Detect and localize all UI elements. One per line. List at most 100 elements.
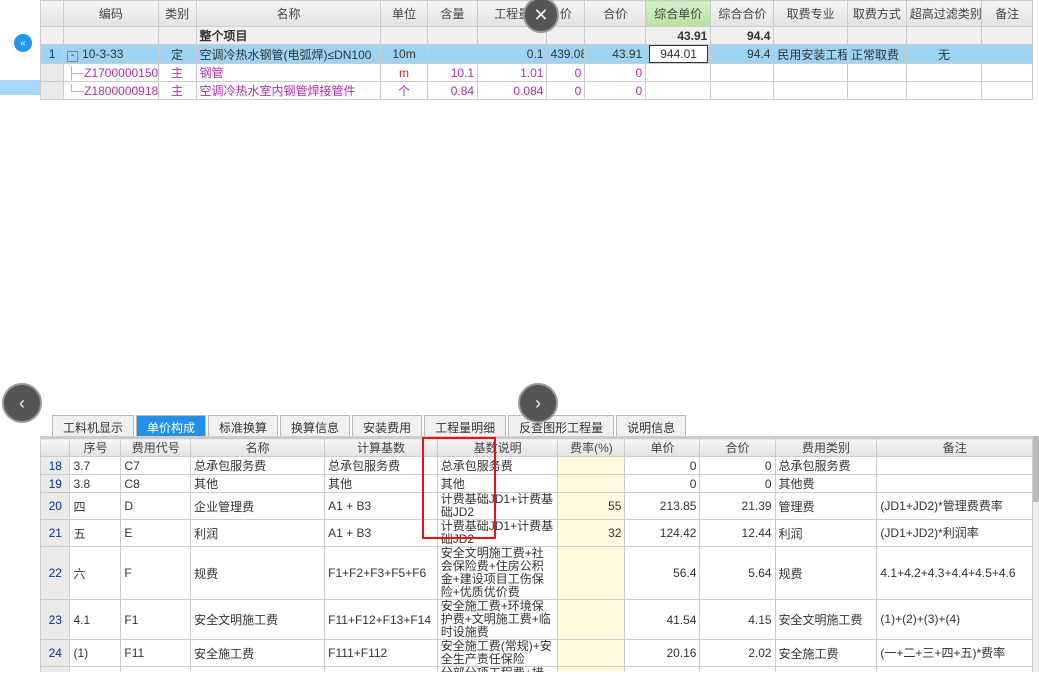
bcol-remark[interactable]: 备注 <box>877 439 1033 457</box>
cell-code: └─ Z1800000918↓ <box>64 82 159 100</box>
side-strip <box>0 80 40 95</box>
cell-remark <box>877 475 1033 493</box>
bcol-seq[interactable]: 序号 <box>70 439 121 457</box>
col-unit-price[interactable]: 综合单价 <box>646 1 711 27</box>
cell-type: 主 <box>158 64 196 82</box>
cell-desc: 其他 <box>437 475 558 493</box>
bcol-base[interactable]: 计算基数 <box>325 439 438 457</box>
col-comb-total[interactable]: 综合合价 <box>711 1 774 27</box>
row-index: 20 <box>41 493 70 520</box>
bcol-name[interactable]: 名称 <box>191 439 325 457</box>
cell-remark <box>877 457 1033 475</box>
cell-over: 无 <box>906 45 982 64</box>
cell-remark: (JD1+JD2)*管理费费率 <box>877 493 1033 520</box>
cell-total: 1.9 <box>700 667 775 673</box>
cell-desc: 总承包服务费 <box>437 457 558 475</box>
bcol-cat[interactable]: 费用类别 <box>775 439 877 457</box>
table-row[interactable]: 21五E利润A1 + B3计费基础JD1+计费基础JD232124.4212.4… <box>41 520 1033 547</box>
cell-base: F1+F2+F3+F5+F6 <box>325 547 438 600</box>
cell-code: F11 <box>121 640 191 667</box>
cell-name: 总承包服务费 <box>191 457 325 475</box>
row-sub1[interactable]: ├─ Z1700000150↓ 主 钢管 m 10.1 1.01 0 0 <box>41 64 1033 82</box>
row-num: 1 <box>41 45 64 64</box>
col-code[interactable]: 编码 <box>64 1 159 27</box>
cell-name: 安全施工费(常规) <box>191 667 325 673</box>
collapse-icon[interactable]: - <box>67 51 78 62</box>
cell-total: 439.08 <box>547 45 585 64</box>
nav-next-icon[interactable]: › <box>518 383 558 423</box>
cell-rate[interactable] <box>558 547 625 600</box>
cell-rate[interactable] <box>558 475 625 493</box>
cell-total: 2.02 <box>700 640 775 667</box>
table-row[interactable]: 234.1F1安全文明施工费F11+F12+F13+F14安全施工费+环境保护费… <box>41 600 1033 640</box>
cell-proj-qty: 1.01 <box>478 64 547 82</box>
cell-base: 其他 <box>325 475 438 493</box>
cell-remark: (一+二+三+四+五)*费率 <box>877 640 1033 667</box>
table-row[interactable]: 183.7C7总承包服务费总承包服务费总承包服务费00总承包服务费 <box>41 457 1033 475</box>
col-total[interactable]: 合价 <box>585 1 646 27</box>
table-row[interactable]: 25(1).1F111安全施工费(常规)A+E+C+D+E-分部分项工程费+措施… <box>41 667 1033 673</box>
table-row[interactable]: 193.8C8其他其他其他00其他费 <box>41 475 1033 493</box>
cell-unit-price: 56.4 <box>625 547 700 600</box>
cell-name: 利润 <box>191 520 325 547</box>
col-type[interactable]: 类别 <box>158 1 196 27</box>
whole-comb-total: 94.4 <box>711 27 774 45</box>
cell-rate[interactable] <box>558 457 625 475</box>
cell-total: 0 <box>700 475 775 493</box>
cell-cp: 43.91 <box>585 45 646 64</box>
col-name[interactable]: 名称 <box>196 1 381 27</box>
bcol-tot[interactable]: 合价 <box>700 439 775 457</box>
cell-code: F1 <box>121 600 191 640</box>
table-row[interactable]: 24(1)F11安全施工费F111+F112安全施工费(常规)+安全生产责任保险… <box>41 640 1033 667</box>
cell-name: 规费 <box>191 547 325 600</box>
cell-unit: m <box>381 64 427 82</box>
cell-code: -10-3-33 <box>64 45 159 64</box>
table-row[interactable]: 20四D企业管理费A1 + B3计费基础JD1+计费基础JD255213.852… <box>41 493 1033 520</box>
row-index: 18 <box>41 457 70 475</box>
cell-cat: 安全文明施工费 <box>775 600 877 640</box>
col-unit[interactable]: 单位 <box>381 1 427 27</box>
row-selected[interactable]: 1 -10-3-33 定 空调冷热水钢管(电弧焊)≤DN100 10m 0.1 … <box>41 45 1033 64</box>
bcol-up[interactable]: 单价 <box>625 439 700 457</box>
cell-remark: 4.1+4.2+4.3+4.4+4.5+4.6 <box>877 547 1033 600</box>
scrollbar-thumb[interactable] <box>1033 436 1039 502</box>
cell-total: 5.64 <box>700 547 775 600</box>
nav-prev-icon[interactable]: ‹ <box>2 383 42 423</box>
cell-seq: 3.7 <box>70 457 121 475</box>
bcol-rate[interactable]: 费率(%) <box>558 439 625 457</box>
cell-rate[interactable]: 32 <box>558 520 625 547</box>
cell-name: 空调冷热水室内钢管焊接管件 <box>196 82 381 100</box>
cell-seq: 四 <box>70 493 121 520</box>
cell-unit-price: 20.16 <box>625 640 700 667</box>
table-row[interactable]: 22六F规费F1+F2+F3+F5+F6安全文明施工费+社会保险费+住房公积金+… <box>41 547 1033 600</box>
side-indicator-icon[interactable]: « <box>14 34 32 52</box>
cell-code: C8 <box>121 475 191 493</box>
cell-rate[interactable] <box>558 640 625 667</box>
cell-remark: (JD1+JD2)*利润率 <box>877 520 1033 547</box>
cell-total: 0 <box>700 457 775 475</box>
cell-code: D <box>121 493 191 520</box>
col-cost-mode[interactable]: 取费方式 <box>847 1 906 27</box>
cell-total: 0 <box>547 82 585 100</box>
cell-code: ├─ Z1700000150↓ <box>64 64 159 82</box>
whole-project-label: 整个项目 <box>196 27 381 45</box>
col-over-filter[interactable]: 超高过滤类别 <box>906 1 982 27</box>
bcol-desc[interactable]: 基数说明 <box>437 439 558 457</box>
bcol-code[interactable]: 费用代号 <box>121 439 191 457</box>
cell-rate[interactable]: 2.34 <box>558 667 625 673</box>
col-cost-major[interactable]: 取费专业 <box>774 1 848 27</box>
cell-mode: 正常取费 <box>847 45 906 64</box>
cell-cat: 规费 <box>775 547 877 600</box>
cell-total: 4.15 <box>700 600 775 640</box>
cell-unit-price: 0 <box>625 457 700 475</box>
cell-name: 其他 <box>191 475 325 493</box>
col-remark[interactable]: 备注 <box>982 1 1033 27</box>
cell-rate[interactable]: 55 <box>558 493 625 520</box>
cell-rate[interactable] <box>558 600 625 640</box>
cell-unit-price-input[interactable]: 944.01 <box>646 45 711 64</box>
cell-name: 安全施工费 <box>191 640 325 667</box>
cell-name: 企业管理费 <box>191 493 325 520</box>
cell-qty: 10.1 <box>427 64 477 82</box>
row-sub2[interactable]: └─ Z1800000918↓ 主 空调冷热水室内钢管焊接管件 个 0.84 0… <box>41 82 1033 100</box>
col-qty[interactable]: 含量 <box>427 1 477 27</box>
